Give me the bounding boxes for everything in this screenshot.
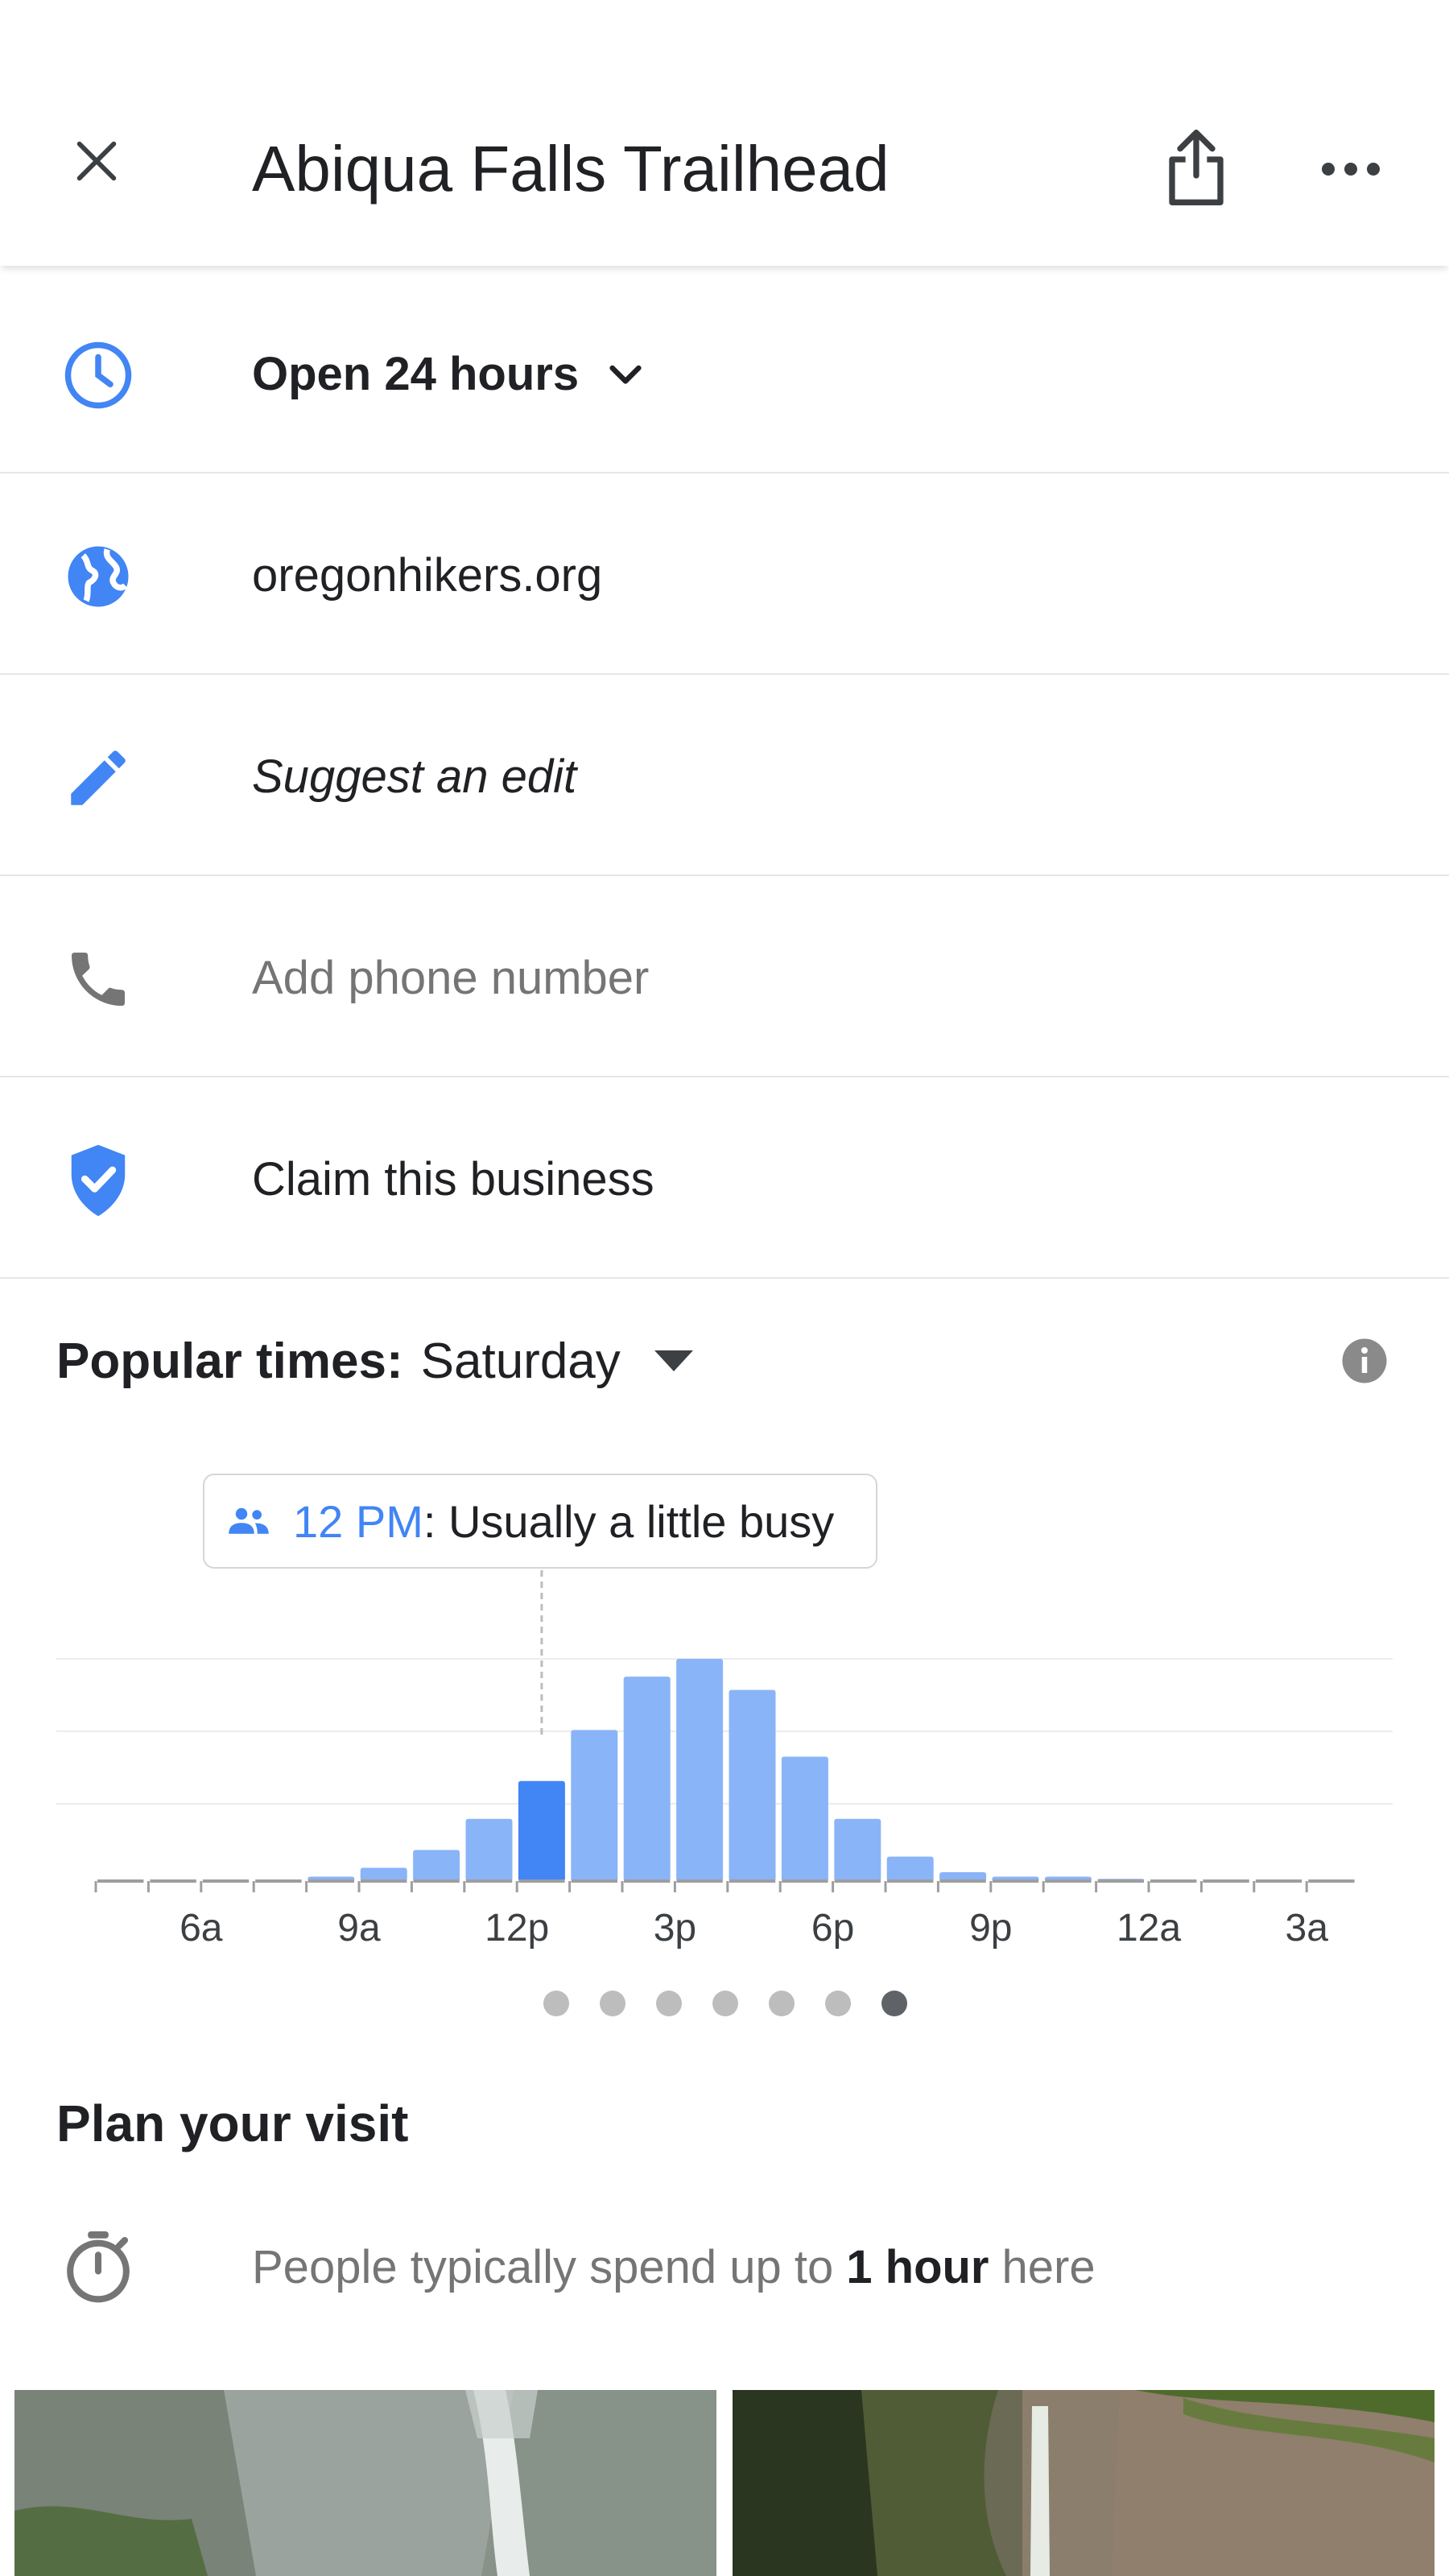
visit-duration-row: People typically spend up to 1 hour here bbox=[0, 2222, 1449, 2311]
chart-bar bbox=[413, 1850, 460, 1881]
chart-x-tick-label: 3a bbox=[1286, 1907, 1329, 1950]
pager-dot[interactable] bbox=[600, 1991, 625, 2016]
add-phone-label: Add phone number bbox=[252, 951, 650, 1004]
place-photo[interactable] bbox=[733, 2390, 1435, 2576]
phone-icon bbox=[58, 939, 138, 1019]
hours-label-container: Open 24 hours bbox=[252, 274, 648, 473]
tooltip-time: 12 PM bbox=[293, 1495, 423, 1547]
hours-row[interactable]: Open 24 hours bbox=[0, 274, 1449, 473]
chart-x-tick-label: 12a bbox=[1117, 1907, 1181, 1950]
chart-bar bbox=[571, 1730, 618, 1881]
chart-bar bbox=[781, 1756, 828, 1881]
claim-business-label: Claim this business bbox=[252, 1152, 654, 1205]
popular-times-header: Popular times: Saturday bbox=[56, 1321, 695, 1401]
chart-bar bbox=[518, 1780, 565, 1881]
chart-x-tick-label: 12p bbox=[485, 1907, 549, 1950]
tooltip-status: : Usually a little busy bbox=[423, 1495, 835, 1547]
chart-x-tick-label: 6p bbox=[811, 1907, 854, 1950]
info-icon[interactable] bbox=[1340, 1337, 1389, 1385]
suggest-edit-label: Suggest an edit bbox=[252, 750, 577, 803]
verified-shield-icon bbox=[58, 1140, 138, 1221]
share-button[interactable] bbox=[1156, 121, 1236, 214]
page-title: Abiqua Falls Trailhead bbox=[252, 133, 890, 205]
website-link[interactable]: oregonhikers.org bbox=[252, 475, 602, 675]
stopwatch-icon bbox=[58, 2227, 138, 2307]
chart-bar bbox=[465, 1818, 513, 1881]
chevron-down-icon[interactable] bbox=[603, 351, 648, 396]
claim-business-row[interactable]: Claim this business bbox=[0, 1079, 1449, 1279]
chart-bar bbox=[729, 1689, 776, 1881]
chart-bar bbox=[886, 1856, 934, 1881]
clock-icon bbox=[58, 335, 138, 416]
duration-suffix: here bbox=[1001, 2240, 1096, 2293]
visit-duration-text: People typically spend up to 1 hour here bbox=[252, 2222, 1096, 2311]
chart-bar bbox=[834, 1818, 881, 1881]
busyness-tooltip: 12 PM: Usually a little busy bbox=[203, 1474, 877, 1569]
header-bar: Abiqua Falls Trailhead bbox=[0, 0, 1449, 266]
pager-dot[interactable] bbox=[881, 1991, 907, 2016]
pager-dot[interactable] bbox=[543, 1991, 569, 2016]
place-photo[interactable] bbox=[14, 2390, 716, 2576]
share-icon bbox=[1169, 130, 1224, 205]
chart-bar bbox=[623, 1677, 671, 1881]
chart-x-tick-label: 6a bbox=[180, 1907, 223, 1950]
people-icon bbox=[229, 1507, 269, 1534]
phone-row[interactable]: Add phone number bbox=[0, 878, 1449, 1077]
popular-times-chart: 6a 9a 12p 3p 6p 9p 12a 3a bbox=[56, 1570, 1393, 1950]
chart-bar bbox=[676, 1659, 724, 1881]
duration-prefix: People typically spend up to bbox=[252, 2240, 834, 2293]
globe-icon bbox=[58, 536, 138, 617]
plan-visit-title: Plan your visit bbox=[56, 2094, 409, 2152]
hours-label: Open 24 hours bbox=[252, 347, 580, 400]
duration-value: 1 hour bbox=[846, 2240, 989, 2293]
more-options-button[interactable] bbox=[1311, 129, 1391, 209]
more-horizontal-icon bbox=[1322, 163, 1380, 176]
pencil-icon bbox=[58, 738, 138, 818]
day-pager bbox=[0, 1991, 1449, 2023]
pager-dot[interactable] bbox=[825, 1991, 851, 2016]
pager-dot[interactable] bbox=[712, 1991, 738, 2016]
dropdown-arrow-icon[interactable] bbox=[653, 1349, 695, 1373]
suggest-edit-row[interactable]: Suggest an edit bbox=[0, 676, 1449, 876]
close-icon bbox=[76, 141, 117, 181]
website-row[interactable]: oregonhikers.org bbox=[0, 475, 1449, 675]
chart-bar bbox=[360, 1867, 407, 1881]
pager-dot[interactable] bbox=[769, 1991, 795, 2016]
chart-x-tick-label: 3p bbox=[654, 1907, 696, 1950]
chart-x-tick-label: 9a bbox=[337, 1907, 381, 1950]
close-button[interactable] bbox=[56, 121, 137, 201]
day-selector[interactable]: Saturday bbox=[421, 1333, 621, 1390]
chart-x-tick-label: 9p bbox=[969, 1907, 1012, 1950]
popular-times-label: Popular times: bbox=[56, 1333, 403, 1389]
pager-dot[interactable] bbox=[656, 1991, 682, 2016]
